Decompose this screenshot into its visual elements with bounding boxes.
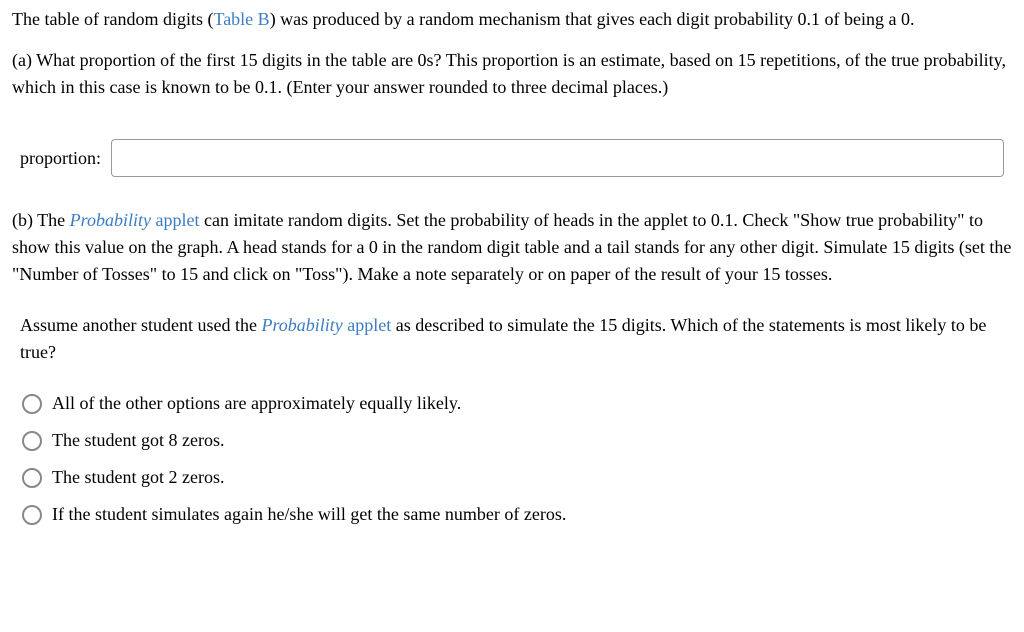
probability-applet-link-2[interactable]: Probability applet (261, 315, 391, 335)
part-a-text: (a) What proportion of the first 15 digi… (12, 47, 1012, 101)
options-group: All of the other options are approximate… (22, 390, 1012, 528)
probability-rest-1: applet (151, 210, 199, 230)
probability-applet-link-1[interactable]: Probability applet (70, 210, 200, 230)
proportion-label: proportion: (20, 145, 101, 172)
part-b-text: (b) The Probability applet can imitate r… (12, 207, 1012, 288)
option-row: The student got 8 zeros. (22, 427, 1012, 454)
option-text-2: The student got 8 zeros. (52, 427, 224, 454)
intro-prefix: The table of random digits ( (12, 9, 213, 29)
part-b-prefix: (b) The (12, 210, 70, 230)
radio-option-2[interactable] (22, 431, 42, 451)
probability-rest-2: applet (343, 315, 391, 335)
option-text-3: The student got 2 zeros. (52, 464, 224, 491)
radio-option-1[interactable] (22, 394, 42, 414)
intro-paragraph: The table of random digits (Table B) was… (12, 6, 1012, 33)
option-row: If the student simulates again he/she wi… (22, 501, 1012, 528)
option-text-4: If the student simulates again he/she wi… (52, 501, 566, 528)
probability-italic-2: Probability (261, 315, 342, 335)
probability-italic-1: Probability (70, 210, 151, 230)
option-row: The student got 2 zeros. (22, 464, 1012, 491)
proportion-input[interactable] (111, 139, 1004, 177)
proportion-input-row: proportion: (20, 139, 1012, 177)
intro-suffix: ) was produced by a random mechanism tha… (270, 9, 915, 29)
option-row: All of the other options are approximate… (22, 390, 1012, 417)
subq-prefix: Assume another student used the (20, 315, 261, 335)
sub-question-text: Assume another student used the Probabil… (20, 312, 1012, 366)
table-b-link[interactable]: Table B (213, 9, 269, 29)
radio-option-4[interactable] (22, 505, 42, 525)
option-text-1: All of the other options are approximate… (52, 390, 461, 417)
radio-option-3[interactable] (22, 468, 42, 488)
